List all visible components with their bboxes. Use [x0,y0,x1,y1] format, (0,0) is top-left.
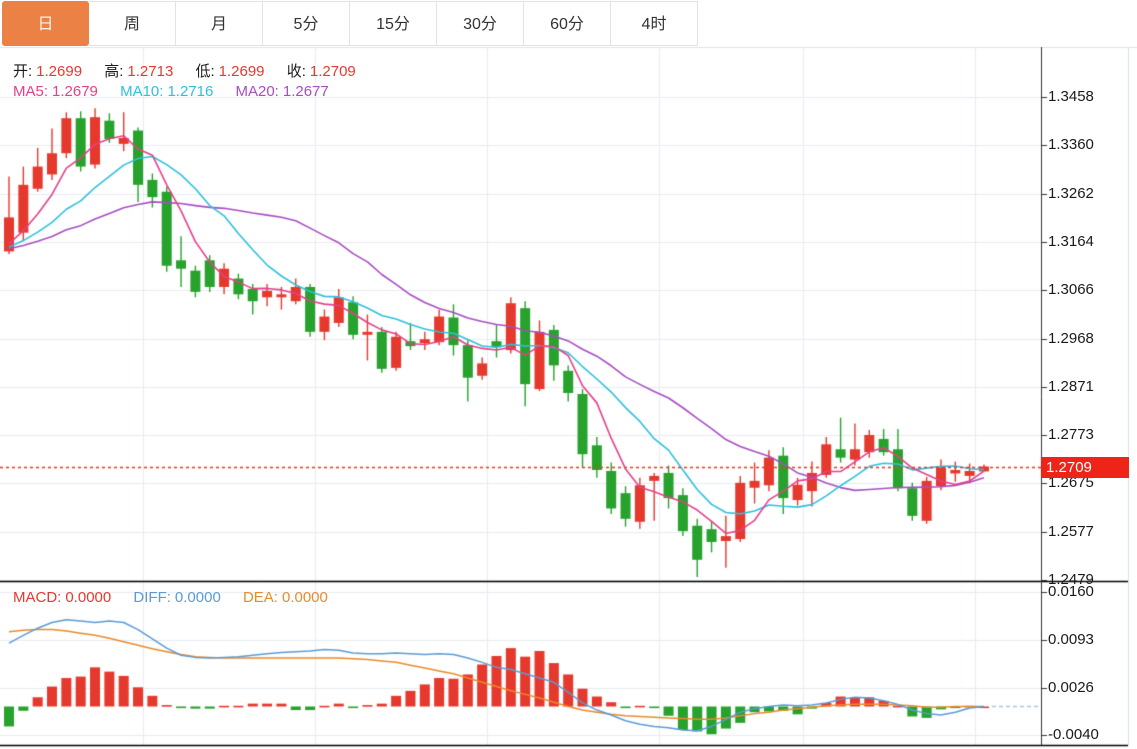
diff-label: DIFF: [133,589,171,606]
open-label: 开: [13,63,32,80]
ma-readout: MA5:1.2679 MA10:1.2716 MA20:1.2677 [13,83,333,100]
dea-label: DEA: [243,589,278,606]
chart-canvas[interactable] [0,0,1137,749]
low-value: 1.2699 [219,63,265,80]
macd-axis-tick: 0.0160 [1048,582,1094,602]
ma10-label: MA10: [120,83,163,100]
timeframe-tabbar: 日周月5分15分30分60分4时 [2,1,698,46]
macd-axis-tick: 0.0026 [1048,678,1094,698]
tab-month[interactable]: 月 [176,1,263,46]
ohlc-readout: 开:1.2699 高:1.2713 低:1.2699 收:1.2709 [13,60,360,81]
ma20-label: MA20: [236,83,279,100]
low-label: 低: [195,63,214,80]
tab-day[interactable]: 日 [2,1,89,46]
ma10-value: 1.2716 [167,83,213,100]
macd-axis-tick: -0.0040 [1048,725,1099,745]
diff-value: 0.0000 [175,589,221,606]
price-axis-tick: 1.3458 [1048,87,1094,107]
price-axis-tick: 1.3164 [1048,232,1094,252]
ma20-value: 1.2677 [283,83,329,100]
tab-15min[interactable]: 15分 [350,1,437,46]
trading-chart-window: 日周月5分15分30分60分4时 开:1.2699 高:1.2713 低:1.2… [0,0,1137,749]
price-axis-tick: 1.3360 [1048,135,1094,155]
ma5-value: 1.2679 [52,83,98,100]
price-axis-tick: 1.2577 [1048,522,1094,542]
tab-week[interactable]: 周 [89,1,176,46]
price-axis-tick: 1.3262 [1048,184,1094,204]
price-axis-tick: 1.2871 [1048,377,1094,397]
high-value: 1.2713 [127,63,173,80]
tab-30min[interactable]: 30分 [437,1,524,46]
dea-value: 0.0000 [282,589,328,606]
current-price-label: 1.2709 [1041,457,1129,478]
macd-label: MACD: [13,589,61,606]
price-axis-tick: 1.3066 [1048,280,1094,300]
tab-60min[interactable]: 60分 [524,1,611,46]
open-value: 1.2699 [36,63,82,80]
price-axis-tick: 1.2968 [1048,329,1094,349]
tab-5min[interactable]: 5分 [263,1,350,46]
high-label: 高: [104,63,123,80]
close-value: 1.2709 [310,63,356,80]
ma5-label: MA5: [13,83,48,100]
price-axis-tick: 1.2773 [1048,425,1094,445]
macd-axis-tick: 0.0093 [1048,630,1094,650]
close-label: 收: [287,63,306,80]
macd-readout: MACD:0.0000 DIFF:0.0000 DEA:0.0000 [13,589,332,606]
tab-4hour[interactable]: 4时 [611,1,698,46]
macd-value: 0.0000 [65,589,111,606]
